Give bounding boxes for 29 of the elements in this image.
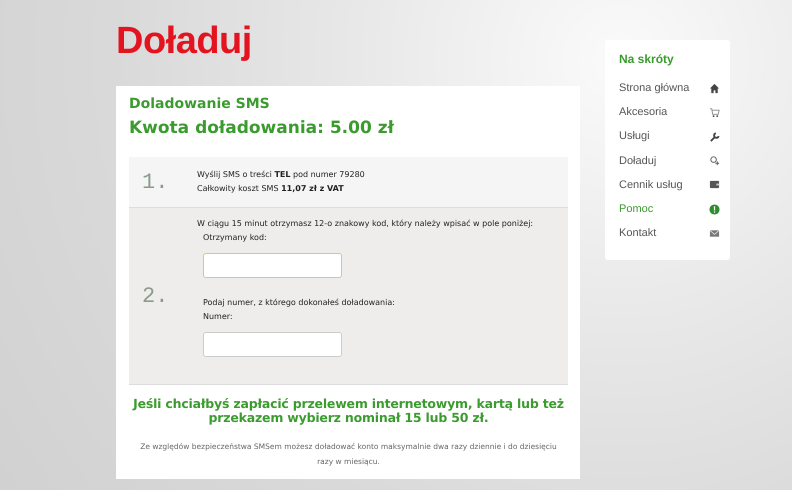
panel-title: Na skróty — [619, 52, 675, 66]
plus-icon — [709, 155, 720, 166]
instruction-text: Całkowity koszt SMS 11,07 zł z VAT — [197, 183, 345, 195]
instruction-text: W ciągu 15 minut otrzymasz 12-o znakowy kod, który należy wpisać w pole poniżej: — [197, 218, 534, 230]
nav-link[interactable]: Pomoc — [619, 203, 654, 216]
field-label: Numer: — [202, 311, 234, 323]
nav-link[interactable]: Strona główna — [619, 82, 690, 94]
field-label: Otrzymany kod: — [202, 232, 268, 244]
home-icon — [709, 82, 720, 94]
instruction-text: Wyślij SMS o treści TEL pod numer 79280 — [197, 169, 365, 181]
field-hint: Podaj numer, z którego dokonałeś doładowania: — [202, 297, 396, 309]
nav-link[interactable]: Kontakt — [619, 227, 656, 240]
input-field[interactable] — [203, 332, 342, 357]
section-title: Doladowanie SMS — [129, 96, 271, 112]
envelope-icon — [709, 228, 720, 239]
nav-link[interactable]: Cennik usług — [619, 178, 683, 191]
nav-link[interactable]: Akcesoria — [619, 106, 668, 118]
page-title: Doładuj — [116, 19, 253, 64]
wallet-icon — [709, 179, 720, 190]
nav-link[interactable]: Usługi — [619, 130, 650, 142]
step-number: 2. — [141, 284, 170, 308]
amount-heading: Kwota doładowania: 5.00 zł — [129, 118, 396, 138]
wrench-icon — [709, 130, 720, 142]
nav-link[interactable]: Doładuj — [619, 154, 656, 167]
exclamation-icon — [709, 204, 720, 215]
cart-icon — [709, 106, 720, 118]
input-field[interactable] — [203, 253, 342, 278]
step-number: 1. — [141, 170, 170, 194]
promo-text: Jeśli chciałbyś zapłacić przelewem internetowym, kartą lub też przekazem wybierz nominał 15 lub 50 zł. — [133, 397, 564, 425]
